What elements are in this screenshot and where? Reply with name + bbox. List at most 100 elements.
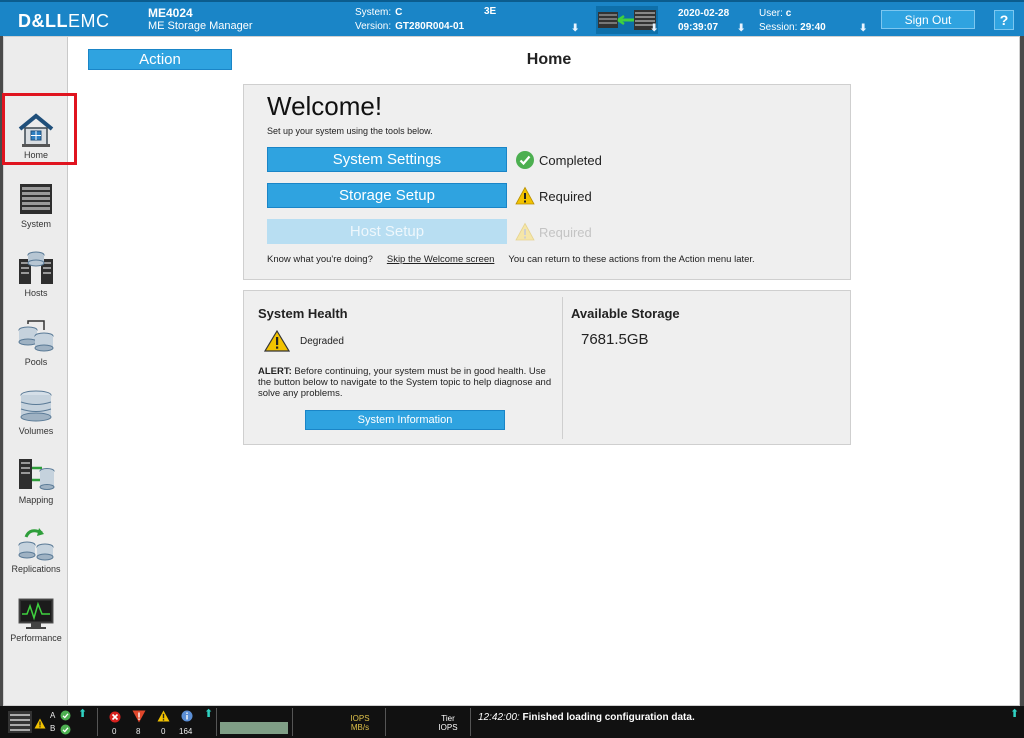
health-state-text: Degraded: [300, 335, 344, 347]
health-panel: System Health Degraded ALERT: Before con…: [243, 290, 851, 445]
mapping-icon: [19, 459, 55, 490]
available-storage-heading: Available Storage: [571, 306, 680, 321]
volumes-icon: [20, 390, 52, 422]
return-text: You can return to these actions from the…: [508, 254, 755, 265]
session-value: 29:40: [800, 22, 826, 33]
sidebar-item-label: Volumes: [18, 426, 54, 436]
separator: [97, 708, 98, 736]
host-setup-status: Required: [515, 222, 592, 242]
hosts-icon: [19, 251, 53, 284]
system-name-suffix: 3E: [484, 6, 497, 17]
date-value: 2020-02-28: [678, 8, 730, 19]
sidebar-item-pools[interactable]: Pools: [4, 314, 68, 380]
sign-out-button[interactable]: Sign Out: [881, 10, 975, 29]
system-label: System:: [355, 7, 392, 18]
sidebar-item-label: Replications: [11, 564, 61, 574]
datetime-dropdown-arrow-icon[interactable]: ⬇: [737, 23, 745, 34]
help-button[interactable]: ?: [994, 10, 1014, 30]
user-label: User:: [759, 8, 783, 19]
messages-up-arrow-icon[interactable]: ⬆: [1010, 707, 1019, 720]
sidebar-item-label: System: [20, 219, 51, 229]
warning-icon[interactable]: [157, 710, 170, 722]
system-settings-button[interactable]: System Settings: [267, 147, 507, 172]
controller-status-icon[interactable]: [596, 6, 658, 34]
system-icon: [20, 184, 52, 214]
status-message-text: Finished loading configuration data.: [522, 712, 695, 723]
warning-count: 0: [161, 727, 166, 736]
system-health-heading: System Health: [258, 306, 348, 321]
logo-brand-bold: D&LL: [18, 11, 68, 31]
user-info[interactable]: User: c Session: 29:40: [759, 7, 826, 35]
error-icon[interactable]: [109, 711, 121, 723]
separator: [216, 708, 217, 736]
version-value: GT280R004-01: [395, 21, 465, 32]
status-message-time: 12:42:00:: [478, 712, 520, 723]
sidebar-item-replications[interactable]: Replications: [4, 521, 68, 587]
separator: [292, 708, 293, 736]
enclosure-icon[interactable]: [8, 711, 32, 733]
alert-text: Before continuing, your system must be i…: [258, 366, 552, 399]
critical-icon[interactable]: [132, 710, 146, 723]
know-text: Know what you're doing?: [267, 254, 373, 265]
sidebar-item-performance[interactable]: Performance: [4, 590, 68, 656]
sidebar: Home System Hosts Pools Volumes Mapping …: [4, 37, 68, 705]
available-storage-value: 7681.5GB: [581, 331, 649, 348]
tier-iops-label: IOPS: [438, 723, 458, 732]
health-alert: ALERT: Before continuing, your system mu…: [258, 366, 554, 399]
logo-brand-light: EMC: [68, 11, 110, 31]
date-time[interactable]: 2020-02-28 09:39:07: [678, 7, 729, 35]
system-settings-status: Completed: [515, 150, 602, 170]
sidebar-item-volumes[interactable]: Volumes: [4, 383, 68, 449]
storage-setup-status: Required: [515, 186, 592, 206]
user-dropdown-arrow-icon[interactable]: ⬇: [859, 23, 867, 34]
alert-prefix: ALERT:: [258, 366, 292, 377]
status-bar: A B ⬆ 0 8 0 164 ⬆ IOPS MB/s Tier IOPS 12…: [0, 706, 1024, 738]
host-setup-status-text: Required: [539, 224, 592, 240]
session-label: Session:: [759, 22, 798, 33]
system-dropdown-arrow-icon[interactable]: ⬇: [571, 23, 579, 34]
health-state: Degraded: [264, 329, 344, 353]
system-value: C: [395, 7, 403, 18]
sidebar-item-hosts[interactable]: Hosts: [4, 245, 68, 311]
sidebar-item-home[interactable]: Home: [4, 107, 68, 173]
storage-setup-status-text: Required: [539, 188, 592, 204]
check-icon: [60, 710, 71, 721]
warning-icon: [515, 186, 535, 205]
time-value: 09:39:07: [678, 22, 719, 33]
version-label: Version:: [355, 21, 392, 32]
separator: [470, 708, 471, 736]
welcome-intro: Set up your system using the tools below…: [267, 126, 433, 136]
error-count: 0: [112, 727, 117, 736]
system-info[interactable]: System: C Version: GT280R004-01: [355, 6, 464, 34]
storage-setup-button[interactable]: Storage Setup: [267, 183, 507, 208]
check-icon: [516, 151, 534, 169]
skip-welcome-link[interactable]: Skip the Welcome screen: [387, 254, 495, 265]
sidebar-item-system[interactable]: System: [4, 176, 68, 242]
performance-icon: [18, 598, 54, 629]
events-up-arrow-icon[interactable]: ⬆: [204, 707, 213, 720]
capacity-bar[interactable]: [220, 722, 288, 734]
check-icon: [60, 724, 71, 735]
system-information-button[interactable]: System Information: [305, 410, 505, 430]
welcome-footer: Know what you're doing? Skip the Welcome…: [267, 254, 755, 265]
sidebar-item-label: Hosts: [24, 288, 48, 298]
sidebar-item-mapping[interactable]: Mapping: [4, 452, 68, 518]
warning-icon: [264, 329, 290, 352]
warning-icon: [34, 718, 46, 729]
info-icon[interactable]: [181, 710, 193, 722]
warning-icon: [515, 222, 535, 241]
controller-a-label: A: [50, 711, 56, 720]
action-button[interactable]: Action: [88, 49, 232, 70]
critical-count: 8: [136, 727, 141, 736]
controllers-up-arrow-icon[interactable]: ⬆: [78, 707, 87, 720]
dell-emc-logo: D&LLEMC: [18, 11, 110, 32]
iops-label: IOPS: [350, 714, 370, 723]
info-count: 164: [179, 727, 193, 736]
home-icon: [18, 113, 54, 147]
panel-divider: [562, 297, 563, 439]
pools-icon: [18, 320, 54, 352]
mbs-label: MB/s: [350, 723, 370, 732]
controller-dropdown-arrow-icon[interactable]: ⬇: [650, 23, 658, 34]
replications-icon: [18, 528, 54, 561]
product-info: ME4024 ME Storage Manager: [148, 7, 253, 33]
